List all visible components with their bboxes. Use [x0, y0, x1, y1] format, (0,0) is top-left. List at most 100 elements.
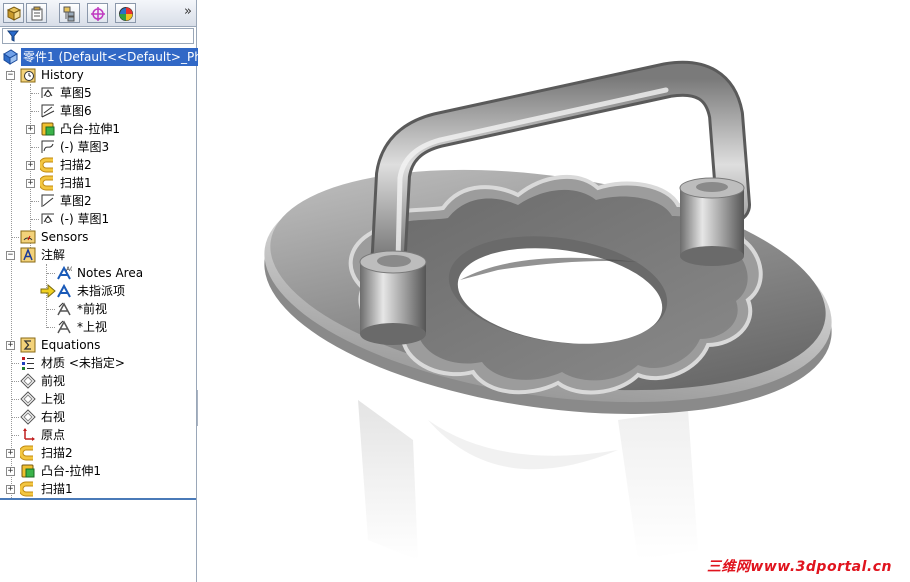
- tree-item-annot-front[interactable]: *前视: [0, 300, 196, 318]
- notes-area-icon: A0: [57, 265, 72, 280]
- tree-item-sketch1[interactable]: (-) 草图1: [0, 210, 196, 228]
- tree-item-boss-extrude1-body[interactable]: + 凸台-拉伸1: [0, 462, 196, 480]
- arrow-right-icon: [40, 283, 56, 299]
- tree-item-sweep2[interactable]: + 扫描2: [0, 156, 196, 174]
- display-pie-icon: [119, 7, 133, 21]
- tree-item-label: 未指派项: [77, 284, 126, 298]
- expand-toggle[interactable]: +: [6, 449, 15, 458]
- tree-item-material[interactable]: 材质 <未指定>: [0, 354, 196, 372]
- sweep-icon: [40, 175, 53, 191]
- configuration-icon: [63, 6, 75, 22]
- annotation-view-icon: [57, 283, 71, 298]
- sweep-icon: [20, 445, 33, 461]
- tree-item-label: 凸台-拉伸1: [60, 122, 120, 136]
- tree-item-label: 扫描2: [41, 446, 73, 460]
- tree-item-label: Equations: [41, 338, 101, 352]
- tree-filter[interactable]: [2, 28, 194, 44]
- collapse-toggle[interactable]: −: [6, 251, 15, 260]
- graphics-viewport[interactable]: 三维网www.3dportal.cn: [198, 0, 910, 582]
- feature-manager-panel: » 零件1 (Default<<Default>_Ph − History 草图…: [0, 0, 204, 582]
- panel-bottom-divider: [0, 498, 196, 500]
- annotation-icon: [20, 247, 36, 263]
- sketch-icon: [41, 194, 54, 207]
- tree-item-equations[interactable]: + Equations: [0, 336, 196, 354]
- tree-item-history[interactable]: − History: [0, 66, 196, 84]
- tree-item-sketch6[interactable]: 草图6: [0, 102, 196, 120]
- panel-tab-bar: »: [0, 0, 196, 27]
- cad-model-render: [264, 60, 832, 560]
- expand-toggle[interactable]: +: [26, 125, 35, 134]
- tree-item-label: Notes Area: [77, 266, 144, 280]
- tab-dimxpert-manager[interactable]: [87, 3, 108, 23]
- tree-item-label: *前视: [77, 302, 108, 316]
- sensor-icon: [20, 230, 36, 244]
- tree-item-right-plane[interactable]: 右视: [0, 408, 196, 426]
- extrude-icon: [21, 464, 35, 478]
- tab-feature-manager[interactable]: [3, 3, 24, 23]
- tree-item-label: 前视: [41, 374, 66, 388]
- sketch-icon: [41, 213, 54, 224]
- tree-item-sensors[interactable]: Sensors: [0, 228, 196, 246]
- part-icon: [3, 49, 18, 65]
- tree-item-sketch3[interactable]: (-) 草图3: [0, 138, 196, 156]
- crosshair-icon: [91, 7, 105, 21]
- expand-toggle[interactable]: +: [26, 161, 35, 170]
- equations-sigma-icon: [20, 337, 36, 353]
- tree-item-sketch2[interactable]: 草图2: [0, 192, 196, 210]
- tab-property-manager[interactable]: [26, 3, 47, 23]
- tree-item-annotations[interactable]: − 注解: [0, 246, 196, 264]
- tree-item-sketch5[interactable]: 草图5: [0, 84, 196, 102]
- sketch-icon: [41, 104, 55, 118]
- sweep-icon: [20, 481, 33, 497]
- tree-item-label: 草图2: [60, 194, 92, 208]
- feature-tree-icon: [6, 6, 22, 21]
- sketch-icon: [41, 140, 54, 153]
- property-sheet-icon: [31, 6, 43, 21]
- tree-item-label: History: [41, 68, 84, 82]
- plane-icon: [20, 373, 36, 389]
- collapse-toggle[interactable]: −: [6, 71, 15, 80]
- tree-item-notes-area[interactable]: A0 Notes Area: [0, 264, 196, 282]
- sweep-icon: [40, 157, 53, 173]
- tree-item-label: 草图5: [60, 86, 92, 100]
- tree-item-label: 凸台-拉伸1: [41, 464, 101, 478]
- tree-item-label: 右视: [41, 410, 66, 424]
- tree-root-part[interactable]: 零件1 (Default<<Default>_Ph: [2, 48, 204, 66]
- expand-toggle[interactable]: +: [6, 341, 15, 350]
- expand-toggle[interactable]: +: [6, 485, 15, 494]
- tree-item-annot-top[interactable]: *上视: [0, 318, 196, 336]
- tree-item-sweep1[interactable]: + 扫描1: [0, 174, 196, 192]
- tree-item-top-plane[interactable]: 上视: [0, 390, 196, 408]
- tree-item-origin[interactable]: 原点: [0, 426, 196, 444]
- tree-item-label: Sensors: [41, 230, 89, 244]
- tree-item-unassigned[interactable]: 未指派项: [0, 282, 196, 300]
- tree-item-sweep1-body[interactable]: + 扫描1: [0, 480, 196, 498]
- tree-item-boss-extrude1[interactable]: + 凸台-拉伸1: [0, 120, 196, 138]
- tab-configuration-manager[interactable]: [59, 3, 80, 23]
- tree-root-label: 零件1 (Default<<Default>_Ph: [21, 48, 204, 66]
- plane-icon: [20, 391, 36, 407]
- tree-item-label: *上视: [77, 320, 108, 334]
- tree-item-label: (-) 草图1: [60, 212, 110, 226]
- origin-icon: [23, 428, 35, 441]
- material-icon: [22, 357, 34, 370]
- sketch-icon: [41, 87, 54, 98]
- tree-item-label: 原点: [41, 428, 66, 442]
- svg-text:A0: A0: [66, 266, 72, 273]
- tree-item-front-plane[interactable]: 前视: [0, 372, 196, 390]
- filter-icon: [7, 30, 19, 42]
- annotation-view-icon: [57, 320, 71, 334]
- tree-item-label: 扫描1: [41, 482, 73, 496]
- expand-toggle[interactable]: +: [26, 179, 35, 188]
- more-tabs-button[interactable]: »: [184, 4, 192, 19]
- extrude-icon: [41, 122, 55, 136]
- tree-item-label: 草图6: [60, 104, 92, 118]
- tree-item-label: 材质 <未指定>: [41, 356, 125, 370]
- annotation-view-icon: [57, 302, 71, 316]
- tree-item-sweep2-body[interactable]: + 扫描2: [0, 444, 196, 462]
- expand-toggle[interactable]: +: [6, 467, 15, 476]
- history-clock-icon: [20, 68, 36, 83]
- tree-item-label: 扫描2: [60, 158, 92, 172]
- tab-display-manager[interactable]: [115, 3, 136, 23]
- plane-icon: [20, 409, 36, 425]
